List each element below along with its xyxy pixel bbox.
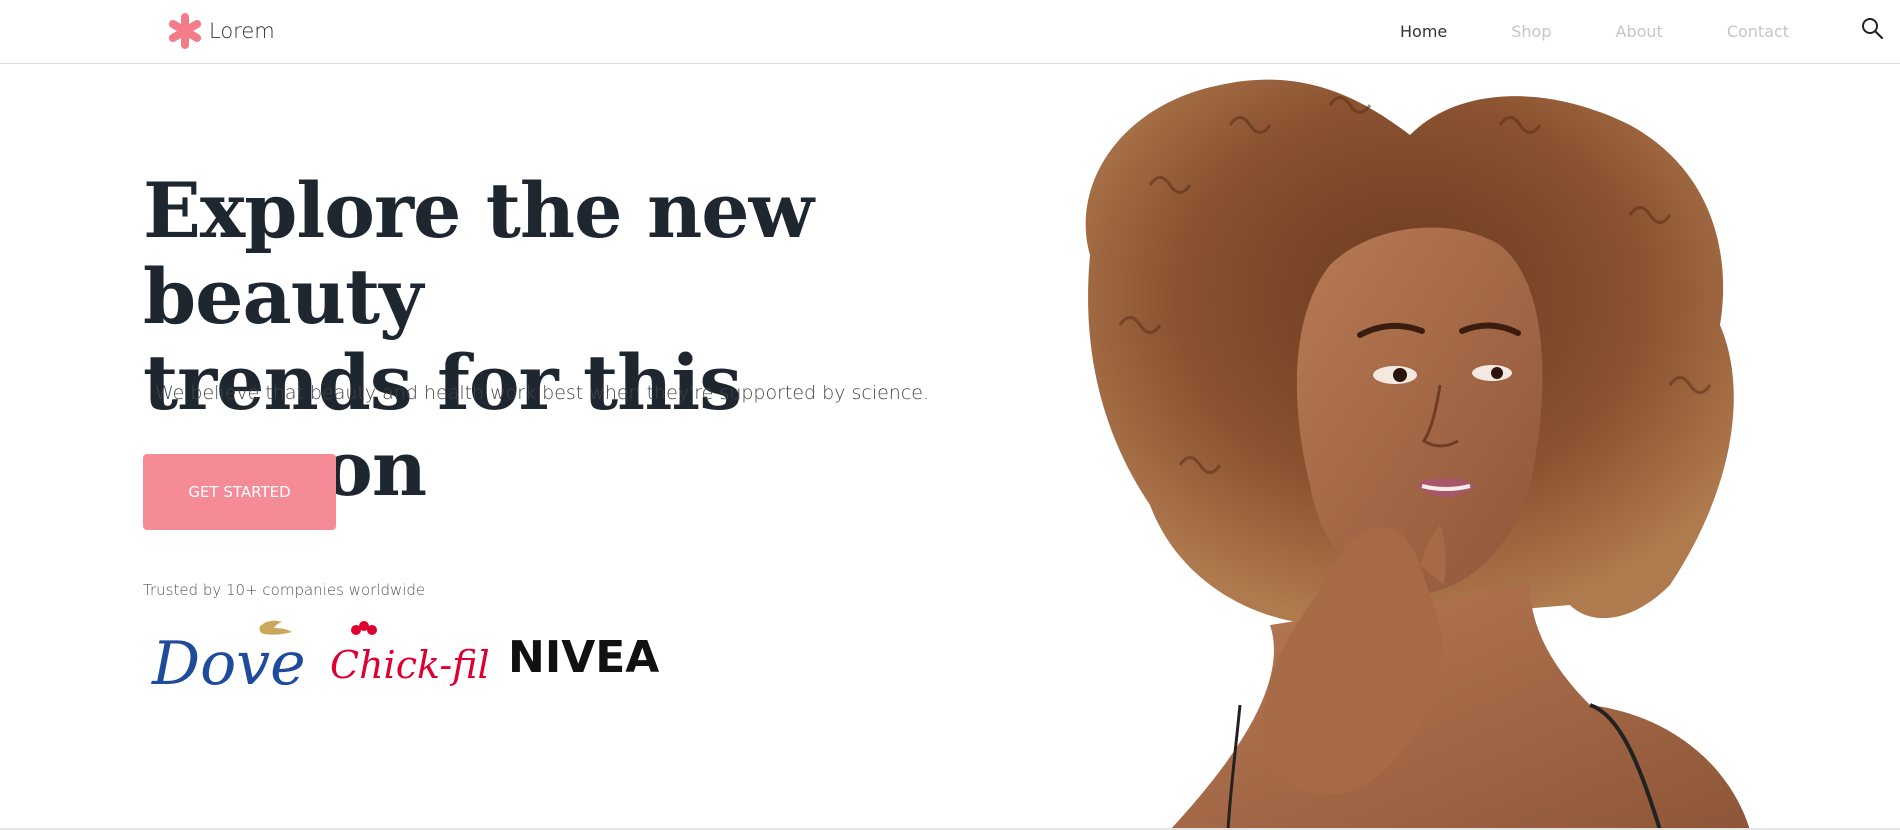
chick-fil-a-logo: Chick-fil-A [330, 621, 488, 687]
nav-about[interactable]: About [1616, 22, 1663, 41]
dove-logo: Dove [151, 620, 306, 692]
model-portrait-image [1085, 79, 1750, 830]
nav-contact[interactable]: Contact [1727, 22, 1789, 41]
svg-text:Dove: Dove [151, 629, 306, 692]
hero-subtitle: We believe that beauty and health work b… [155, 382, 930, 404]
nivea-logo: NIVEA [508, 632, 659, 683]
asterisk-logo-icon [168, 13, 202, 49]
svg-text:NIVEA: NIVEA [508, 632, 659, 683]
brand-logo[interactable]: Lorem [165, 10, 275, 52]
hero-title-line-1: Explore the new beauty [143, 166, 814, 341]
top-navigation-bar: Lorem Home Shop About Contact [0, 0, 1900, 64]
trusted-by-text: Trusted by 10+ companies worldwide [143, 581, 426, 599]
main-nav: Home Shop About Contact [1400, 19, 1789, 43]
search-icon[interactable] [1860, 16, 1884, 40]
get-started-button[interactable]: GET STARTED [143, 454, 336, 530]
brand-name: Lorem [209, 19, 275, 43]
nav-home[interactable]: Home [1400, 22, 1447, 41]
nav-shop[interactable]: Shop [1511, 22, 1551, 41]
svg-text:Chick-fil-A: Chick-fil-A [330, 643, 488, 687]
